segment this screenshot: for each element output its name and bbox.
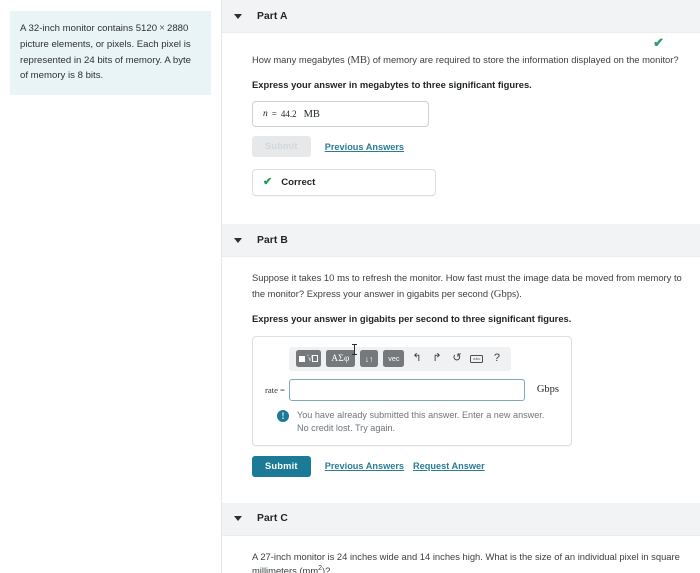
- part-c-question: A 27-inch monitor is 24 inches wide and …: [252, 550, 682, 573]
- vector-icon[interactable]: vec: [383, 350, 405, 367]
- check-icon: ✔: [263, 176, 273, 189]
- part-a-header[interactable]: Part A: [222, 0, 700, 33]
- part-a-instruction: Express your answer in megabytes to thre…: [252, 79, 532, 91]
- problem-panel: A 32-inch monitor contains 5120 × 2880 pic…: [0, 0, 222, 573]
- radical-glyph: ▫ √: [307, 353, 319, 363]
- part-a-previous-answers-link[interactable]: Previous Answers: [325, 142, 404, 152]
- part-b-previous-answers-link[interactable]: Previous Answers: [325, 461, 404, 471]
- part-b-alert-line-1: You have already submitted this answer. …: [297, 409, 545, 420]
- part-a-answer-equals: =: [271, 109, 277, 120]
- part-b-answer-input[interactable]: [289, 378, 525, 401]
- undo-icon[interactable]: ↰: [409, 350, 424, 367]
- part-c-title: Part C: [257, 513, 288, 525]
- square-glyph: [299, 355, 305, 362]
- chevron-down-icon[interactable]: [234, 13, 242, 19]
- part-a-body: ✔ How many megabytes (MB) of memory are …: [222, 33, 700, 224]
- help-icon[interactable]: ?: [489, 350, 504, 367]
- part-a-feedback-label: Correct: [281, 177, 316, 189]
- part-b-input-unit: Gbps: [536, 384, 559, 395]
- keyboard-icon[interactable]: abc: [469, 350, 484, 367]
- part-b-title: Part B: [257, 234, 288, 246]
- part-b-submit-button[interactable]: Submit: [252, 455, 311, 477]
- part-b-answer-card: ▫ √ ΑΣφ ↓↑ vec ↰ ↱ ↺ abc ? rate = Gbps !…: [252, 335, 572, 446]
- part-a-status-row: ✔: [252, 33, 682, 53]
- info-icon: !: [277, 409, 289, 422]
- part-b-alert: ! You have already submitted this answer…: [265, 409, 559, 435]
- part-a-button-row: Submit Previous Answers: [252, 136, 682, 158]
- part-b-math-toolbar: ▫ √ ΑΣφ ↓↑ vec ↰ ↱ ↺ abc ?: [289, 346, 512, 371]
- page-root: A 32-inch monitor contains 5120 × 2880 pic…: [0, 0, 700, 573]
- text-cursor: [352, 344, 357, 355]
- part-b-question: Suppose it takes 10 ms to refresh the mo…: [252, 272, 682, 301]
- problem-text-before: A 32-inch monitor contains 5120: [20, 23, 158, 34]
- part-c-header[interactable]: Part C: [222, 502, 700, 536]
- part-a-feedback-box: ✔ Correct: [252, 169, 436, 197]
- problem-statement-text: A 32-inch monitor contains 5120 × 2880 pic…: [10, 11, 211, 95]
- part-b-unit-gbps: Gbps: [493, 289, 517, 301]
- part-c-question-tail: )?: [322, 565, 331, 573]
- chevron-down-icon[interactable]: [234, 237, 242, 243]
- part-b-button-row: Submit Previous Answers Request Answer: [252, 455, 682, 477]
- parts-column: Part A ✔ How many megabytes (MB) of memo…: [222, 0, 700, 573]
- reset-icon[interactable]: ↺: [449, 350, 464, 367]
- chevron-down-icon[interactable]: [234, 516, 242, 522]
- part-a-answer-variable: n: [263, 109, 268, 120]
- part-b-header[interactable]: Part B: [222, 224, 700, 258]
- greek-letters-icon[interactable]: ΑΣφ: [326, 350, 355, 367]
- part-a-title: Part A: [257, 10, 288, 22]
- part-a-unit-mb: MB: [350, 55, 367, 66]
- part-a-answer-value: 44.2: [280, 109, 297, 120]
- part-c-question-main: A 27-inch monitor is 24 inches wide and …: [252, 550, 680, 573]
- part-a-answer-display[interactable]: n = 44.2 MB: [252, 101, 429, 128]
- multiplication-sign: ×: [159, 23, 165, 34]
- math-template-icon[interactable]: ▫ √: [296, 350, 322, 367]
- part-b-unit-ms: ms: [336, 273, 350, 285]
- sub-superscript-icon[interactable]: ↓↑: [359, 350, 379, 367]
- part-b-input-label: rate =: [265, 384, 285, 395]
- part-a-correct-check-icon: ✔: [653, 35, 664, 50]
- part-b-body: Suppose it takes 10 ms to refresh the mo…: [222, 257, 700, 503]
- part-a-answer-unit: MB: [303, 108, 320, 120]
- part-b-instruction: Express your answer in gigabits per seco…: [252, 313, 572, 325]
- part-c-body: A 27-inch monitor is 24 inches wide and …: [222, 536, 700, 573]
- part-b-alert-line-2: No credit lost. Try again.: [297, 422, 396, 433]
- part-b-input-row: rate = Gbps: [265, 378, 559, 401]
- part-a-question: How many megabytes (MB) of memory are re…: [252, 54, 679, 66]
- part-a-submit-button: Submit: [252, 136, 311, 158]
- redo-icon[interactable]: ↱: [429, 350, 444, 367]
- part-b-alert-text: You have already submitted this answer. …: [297, 409, 544, 435]
- part-b-request-answer-link[interactable]: Request Answer: [413, 461, 485, 471]
